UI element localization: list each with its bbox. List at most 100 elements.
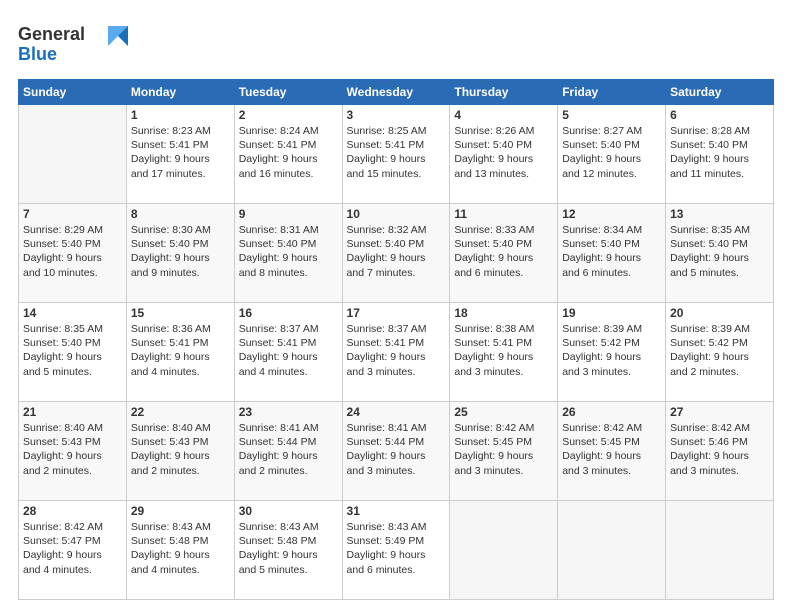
day-number: 8 — [131, 207, 230, 221]
day-number: 25 — [454, 405, 553, 419]
day-number: 5 — [562, 108, 661, 122]
calendar-cell: 1 Sunrise: 8:23 AMSunset: 5:41 PMDaylight… — [126, 105, 234, 204]
weekday-header-saturday: Saturday — [666, 80, 774, 105]
logo: General Blue — [18, 18, 128, 71]
day-number: 16 — [239, 306, 338, 320]
day-number: 15 — [131, 306, 230, 320]
day-info: Sunrise: 8:43 AMSunset: 5:48 PMDaylight:… — [131, 520, 230, 577]
day-number: 6 — [670, 108, 769, 122]
calendar-cell: 16 Sunrise: 8:37 AMSunset: 5:41 PMDayligh… — [234, 303, 342, 402]
calendar-cell: 8Sunrise: 8:30 AMSunset: 5:40 PMDaylight… — [126, 204, 234, 303]
day-number: 19 — [562, 306, 661, 320]
week-row-0: 1 Sunrise: 8:23 AMSunset: 5:41 PMDaylight… — [19, 105, 774, 204]
header: General Blue — [18, 18, 774, 71]
calendar-cell: 4Sunrise: 8:26 AMSunset: 5:40 PMDaylight… — [450, 105, 558, 204]
day-info: Sunrise: 8:42 AMSunset: 5:45 PMDaylight:… — [562, 421, 661, 478]
day-number: 11 — [454, 207, 553, 221]
weekday-header-tuesday: Tuesday — [234, 80, 342, 105]
calendar-cell — [450, 501, 558, 600]
calendar-cell — [666, 501, 774, 600]
weekday-header-monday: Monday — [126, 80, 234, 105]
calendar-cell: 9Sunrise: 8:31 AMSunset: 5:40 PMDaylight… — [234, 204, 342, 303]
day-number: 30 — [239, 504, 338, 518]
calendar-cell: 7 Sunrise: 8:29 AMSunset: 5:40 PMDaylight… — [19, 204, 127, 303]
day-info: Sunrise: 8:38 AMSunset: 5:41 PMDaylight:… — [454, 322, 553, 379]
calendar-cell: 23 Sunrise: 8:41 AMSunset: 5:44 PMDayligh… — [234, 402, 342, 501]
day-number: 21 — [23, 405, 122, 419]
day-number: 10 — [347, 207, 446, 221]
calendar-cell: 30Sunrise: 8:43 AMSunset: 5:48 PMDayligh… — [234, 501, 342, 600]
day-number: 17 — [347, 306, 446, 320]
day-info: Sunrise: 8:37 AMSunset: 5:41 PMDaylight:… — [347, 322, 446, 379]
calendar-cell: 28Sunrise: 8:42 AMSunset: 5:47 PMDayligh… — [19, 501, 127, 600]
calendar-cell: 31 Sunrise: 8:43 AMSunset: 5:49 PMDayligh… — [342, 501, 450, 600]
weekday-header-sunday: Sunday — [19, 80, 127, 105]
calendar-cell: 21 Sunrise: 8:40 AMSunset: 5:43 PMDayligh… — [19, 402, 127, 501]
day-number: 13 — [670, 207, 769, 221]
day-info: Sunrise: 8:23 AMSunset: 5:41 PMDaylight:… — [131, 124, 230, 181]
day-info: Sunrise: 8:34 AMSunset: 5:40 PMDaylight:… — [562, 223, 661, 280]
day-number: 26 — [562, 405, 661, 419]
day-info: Sunrise: 8:29 AMSunset: 5:40 PMDaylight:… — [23, 223, 122, 280]
calendar-cell — [19, 105, 127, 204]
week-row-4: 28Sunrise: 8:42 AMSunset: 5:47 PMDayligh… — [19, 501, 774, 600]
calendar-cell: 20 Sunrise: 8:39 AMSunset: 5:42 PMDayligh… — [666, 303, 774, 402]
day-info: Sunrise: 8:40 AMSunset: 5:43 PMDaylight:… — [23, 421, 122, 478]
day-number: 22 — [131, 405, 230, 419]
day-number: 31 — [347, 504, 446, 518]
day-info: Sunrise: 8:28 AMSunset: 5:40 PMDaylight:… — [670, 124, 769, 181]
week-row-1: 7 Sunrise: 8:29 AMSunset: 5:40 PMDaylight… — [19, 204, 774, 303]
calendar-cell — [558, 501, 666, 600]
calendar-cell: 3Sunrise: 8:25 AMSunset: 5:41 PMDaylight… — [342, 105, 450, 204]
day-info: Sunrise: 8:42 AMSunset: 5:45 PMDaylight:… — [454, 421, 553, 478]
day-number: 27 — [670, 405, 769, 419]
svg-text:General: General — [18, 24, 85, 44]
day-info: Sunrise: 8:32 AMSunset: 5:40 PMDaylight:… — [347, 223, 446, 280]
calendar-cell: 10 Sunrise: 8:32 AMSunset: 5:40 PMDayligh… — [342, 204, 450, 303]
day-number: 7 — [23, 207, 122, 221]
day-info: Sunrise: 8:37 AMSunset: 5:41 PMDaylight:… — [239, 322, 338, 379]
calendar-cell: 26 Sunrise: 8:42 AMSunset: 5:45 PMDayligh… — [558, 402, 666, 501]
calendar-cell: 29 Sunrise: 8:43 AMSunset: 5:48 PMDayligh… — [126, 501, 234, 600]
day-number: 20 — [670, 306, 769, 320]
day-number: 1 — [131, 108, 230, 122]
day-info: Sunrise: 8:40 AMSunset: 5:43 PMDaylight:… — [131, 421, 230, 478]
weekday-header-friday: Friday — [558, 80, 666, 105]
calendar-cell: 14Sunrise: 8:35 AMSunset: 5:40 PMDayligh… — [19, 303, 127, 402]
day-info: Sunrise: 8:33 AMSunset: 5:40 PMDaylight:… — [454, 223, 553, 280]
calendar-cell: 13Sunrise: 8:35 AMSunset: 5:40 PMDayligh… — [666, 204, 774, 303]
day-info: Sunrise: 8:31 AMSunset: 5:40 PMDaylight:… — [239, 223, 338, 280]
logo-text: General Blue — [18, 18, 128, 71]
day-info: Sunrise: 8:36 AMSunset: 5:41 PMDaylight:… — [131, 322, 230, 379]
calendar-table: SundayMondayTuesdayWednesdayThursdayFrid… — [18, 79, 774, 600]
calendar-cell: 17 Sunrise: 8:37 AMSunset: 5:41 PMDayligh… — [342, 303, 450, 402]
calendar-cell: 11 Sunrise: 8:33 AMSunset: 5:40 PMDayligh… — [450, 204, 558, 303]
weekday-header-thursday: Thursday — [450, 80, 558, 105]
week-row-2: 14Sunrise: 8:35 AMSunset: 5:40 PMDayligh… — [19, 303, 774, 402]
weekday-header-row: SundayMondayTuesdayWednesdayThursdayFrid… — [19, 80, 774, 105]
calendar-cell: 24 Sunrise: 8:41 AMSunset: 5:44 PMDayligh… — [342, 402, 450, 501]
day-number: 29 — [131, 504, 230, 518]
calendar-cell: 18 Sunrise: 8:38 AMSunset: 5:41 PMDayligh… — [450, 303, 558, 402]
svg-text:Blue: Blue — [18, 44, 57, 64]
calendar-cell: 25 Sunrise: 8:42 AMSunset: 5:45 PMDayligh… — [450, 402, 558, 501]
day-number: 12 — [562, 207, 661, 221]
day-info: Sunrise: 8:41 AMSunset: 5:44 PMDaylight:… — [347, 421, 446, 478]
day-number: 4 — [454, 108, 553, 122]
calendar-cell: 6 Sunrise: 8:28 AMSunset: 5:40 PMDaylight… — [666, 105, 774, 204]
day-number: 28 — [23, 504, 122, 518]
day-number: 18 — [454, 306, 553, 320]
day-info: Sunrise: 8:41 AMSunset: 5:44 PMDaylight:… — [239, 421, 338, 478]
calendar-cell: 12 Sunrise: 8:34 AMSunset: 5:40 PMDayligh… — [558, 204, 666, 303]
calendar-cell: 5 Sunrise: 8:27 AMSunset: 5:40 PMDaylight… — [558, 105, 666, 204]
calendar-cell: 15 Sunrise: 8:36 AMSunset: 5:41 PMDayligh… — [126, 303, 234, 402]
day-info: Sunrise: 8:39 AMSunset: 5:42 PMDaylight:… — [670, 322, 769, 379]
day-number: 14 — [23, 306, 122, 320]
day-number: 24 — [347, 405, 446, 419]
weekday-header-wednesday: Wednesday — [342, 80, 450, 105]
day-info: Sunrise: 8:42 AMSunset: 5:46 PMDaylight:… — [670, 421, 769, 478]
day-number: 23 — [239, 405, 338, 419]
day-info: Sunrise: 8:27 AMSunset: 5:40 PMDaylight:… — [562, 124, 661, 181]
day-info: Sunrise: 8:43 AMSunset: 5:49 PMDaylight:… — [347, 520, 446, 577]
day-info: Sunrise: 8:25 AMSunset: 5:41 PMDaylight:… — [347, 124, 446, 181]
